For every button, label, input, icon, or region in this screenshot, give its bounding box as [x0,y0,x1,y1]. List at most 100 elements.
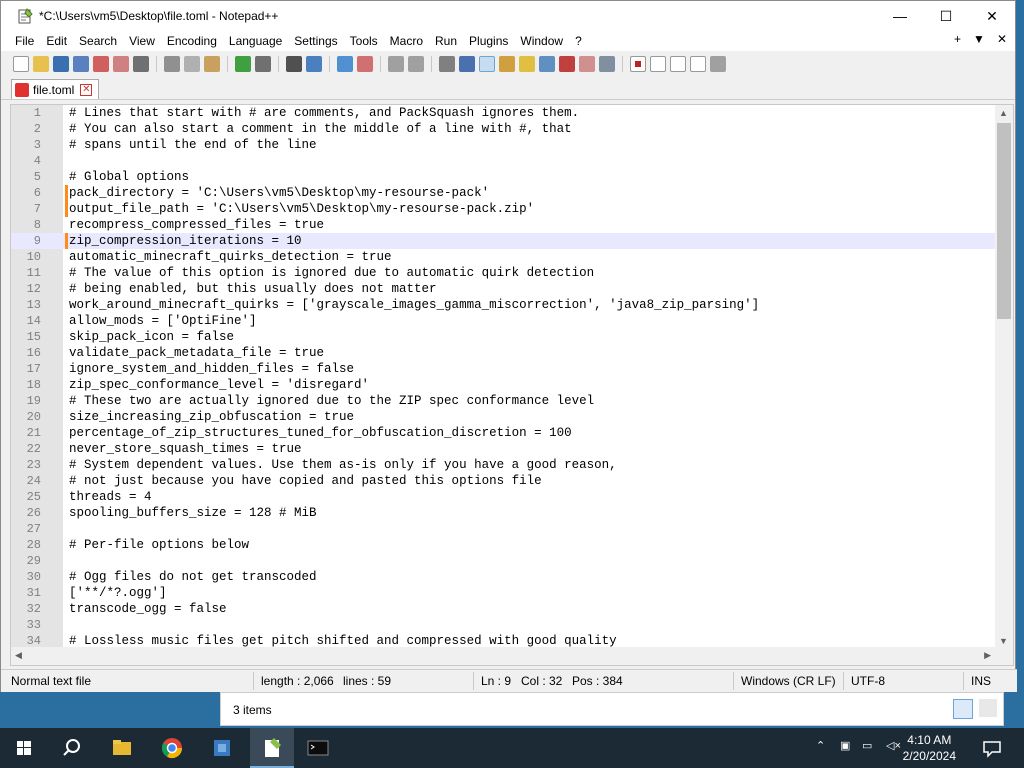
menu-run[interactable]: Run [429,34,463,48]
menu-settings[interactable]: Settings [288,34,343,48]
windows-start-icon[interactable] [10,734,38,762]
show-all-characters-icon[interactable] [459,56,475,72]
redo-icon[interactable] [255,56,271,72]
code-line[interactable]: 3 # spans until the end of the line [11,137,995,153]
code-line[interactable]: 4 [11,153,995,169]
code-line[interactable]: 27 [11,521,995,537]
network-icon[interactable]: ▣ [840,739,850,752]
horizontal-scrollbar[interactable]: ◀ ▶ [11,647,995,665]
menu-encoding[interactable]: Encoding [161,34,223,48]
menu-tools[interactable]: Tools [344,34,384,48]
tab-list-button[interactable]: ▼ [973,32,985,46]
code-line[interactable]: 29 [11,553,995,569]
code-line[interactable]: 31 ['**/*?.ogg'] [11,585,995,601]
print-icon[interactable] [133,56,149,72]
code-line[interactable]: 14 allow_mods = ['OptiFine'] [11,313,995,329]
code-line[interactable]: 15 skip_pack_icon = false [11,329,995,345]
indent-guide-icon[interactable] [479,56,495,72]
close-file-icon[interactable] [93,56,109,72]
paste-icon[interactable] [204,56,220,72]
chevron-up-icon[interactable]: ⌃ [816,739,825,752]
menu-window[interactable]: Window [514,34,569,48]
save-all-icon[interactable] [73,56,89,72]
code-line[interactable]: 1 # Lines that start with # are comments,… [11,105,995,121]
scroll-left-icon[interactable]: ◀ [15,650,22,661]
code-line[interactable]: 8 recompress_compressed_files = true [11,217,995,233]
display-icon[interactable]: ▭ [862,739,872,752]
menu-search[interactable]: Search [73,34,123,48]
zoom-in-icon[interactable] [337,56,353,72]
code-line[interactable]: 22 never_store_squash_times = true [11,441,995,457]
new-tab-button[interactable]: + [954,32,961,46]
scroll-down-icon[interactable]: ▼ [999,636,1008,646]
code-line[interactable]: 18 zip_spec_conformance_level = 'disregar… [11,377,995,393]
monitoring-icon[interactable] [599,56,615,72]
app-icon[interactable] [208,734,236,762]
menu-help[interactable]: ? [569,34,588,48]
code-view[interactable]: 1 # Lines that start with # are comments,… [11,105,995,665]
vertical-scrollbar[interactable]: ▲ ▼ [995,105,1013,649]
close-document-button[interactable]: ✕ [997,32,1007,46]
scroll-right-icon[interactable]: ▶ [984,650,991,661]
tab-file-toml[interactable]: file.toml ✕ [11,79,99,99]
vertical-scroll-thumb[interactable] [997,123,1011,319]
minimize-button[interactable]: — [877,1,923,31]
code-line[interactable]: 24 # not just because you have copied and… [11,473,995,489]
function-list-icon[interactable] [559,56,575,72]
terminal-icon[interactable] [304,734,332,762]
document-list-icon[interactable] [539,56,555,72]
menu-macro[interactable]: Macro [384,34,429,48]
code-line[interactable]: 2 # You can also start a comment in the m… [11,121,995,137]
undo-icon[interactable] [235,56,251,72]
menu-language[interactable]: Language [223,34,288,48]
find-icon[interactable] [286,56,302,72]
code-line[interactable]: 21 percentage_of_zip_structures_tuned_for… [11,425,995,441]
code-line[interactable]: 11 # The value of this option is ignored … [11,265,995,281]
code-line[interactable]: 6 pack_directory = 'C:\Users\vm5\Desktop\… [11,185,995,201]
run-macro-multiple-icon[interactable] [690,56,706,72]
notification-icon[interactable] [978,734,1006,762]
sync-vertical-icon[interactable] [388,56,404,72]
file-explorer-icon[interactable] [108,734,136,762]
code-line[interactable]: 13 work_around_minecraft_quirks = ['grays… [11,297,995,313]
clock[interactable]: 4:10 AM 2/20/2024 [903,732,956,764]
open-file-icon[interactable] [33,56,49,72]
code-line[interactable]: 10 automatic_minecraft_quirks_detection =… [11,249,995,265]
editor-area[interactable]: 1 # Lines that start with # are comments,… [10,104,1014,666]
new-file-icon[interactable] [13,56,29,72]
word-wrap-icon[interactable] [439,56,455,72]
close-all-icon[interactable] [113,56,129,72]
play-macro-icon[interactable] [670,56,686,72]
code-line[interactable]: 17 ignore_system_and_hidden_files = false [11,361,995,377]
menu-plugins[interactable]: Plugins [463,34,514,48]
code-line[interactable]: 9 zip_compression_iterations = 10 [11,233,995,249]
record-macro-icon[interactable] [630,56,646,72]
menu-edit[interactable]: Edit [40,34,73,48]
search-icon[interactable] [58,734,86,762]
code-line[interactable]: 12 # being enabled, but this usually does… [11,281,995,297]
code-line[interactable]: 26 spooling_buffers_size = 128 # MiB [11,505,995,521]
copy-icon[interactable] [184,56,200,72]
details-view-icon[interactable] [953,699,973,719]
code-line[interactable]: 19 # These two are actually ignored due t… [11,393,995,409]
maximize-button[interactable]: ☐ [923,1,969,31]
code-line[interactable]: 32 transcode_ogg = false [11,601,995,617]
close-button[interactable]: ✕ [969,1,1015,31]
volume-icon[interactable]: ◁× [886,739,901,752]
code-line[interactable]: 20 size_increasing_zip_obfuscation = true [11,409,995,425]
large-icons-view-icon[interactable] [979,699,997,717]
folder-as-workspace-icon[interactable] [579,56,595,72]
save-icon[interactable] [53,56,69,72]
taskbar-notepadpp-active[interactable] [250,728,294,768]
stop-recording-icon[interactable] [650,56,666,72]
code-line[interactable]: 7 output_file_path = 'C:\Users\vm5\Deskto… [11,201,995,217]
menu-file[interactable]: File [1,34,40,48]
code-line[interactable]: 16 validate_pack_metadata_file = true [11,345,995,361]
code-line[interactable]: 25 threads = 4 [11,489,995,505]
zoom-out-icon[interactable] [357,56,373,72]
code-line[interactable]: 30 # Ogg files do not get transcoded [11,569,995,585]
tab-close-icon[interactable]: ✕ [80,83,93,96]
code-line[interactable]: 23 # System dependent values. Use them as… [11,457,995,473]
save-macro-icon[interactable] [710,56,726,72]
code-line[interactable]: 33 [11,617,995,633]
